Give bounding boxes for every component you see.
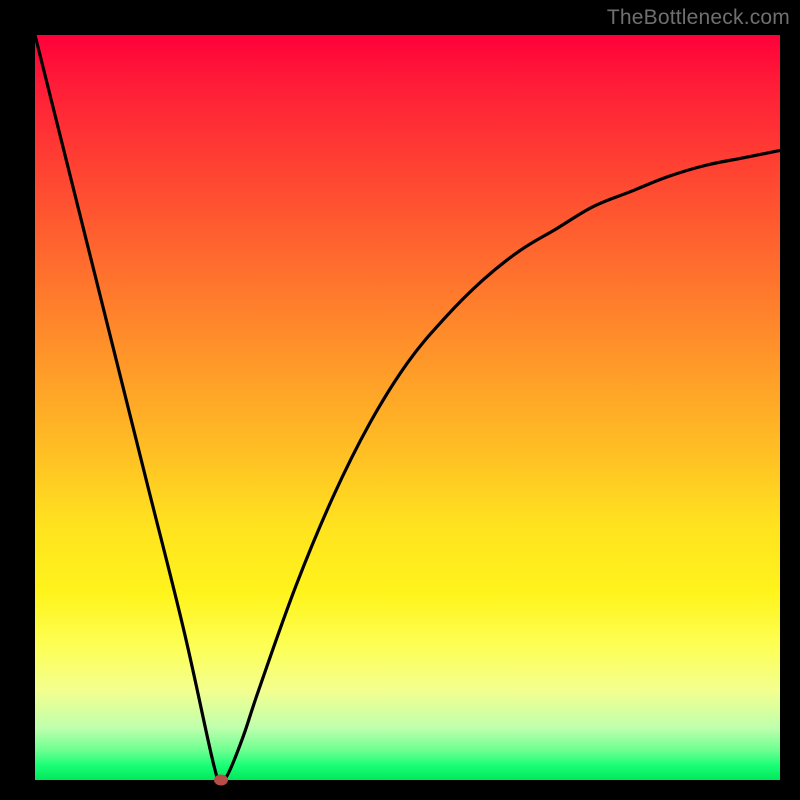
bottleneck-curve: [35, 35, 780, 780]
chart-plot-area: [35, 35, 780, 780]
chart-frame: TheBottleneck.com: [0, 0, 800, 800]
optimal-point-marker: [214, 775, 228, 786]
watermark-label: TheBottleneck.com: [607, 6, 790, 30]
